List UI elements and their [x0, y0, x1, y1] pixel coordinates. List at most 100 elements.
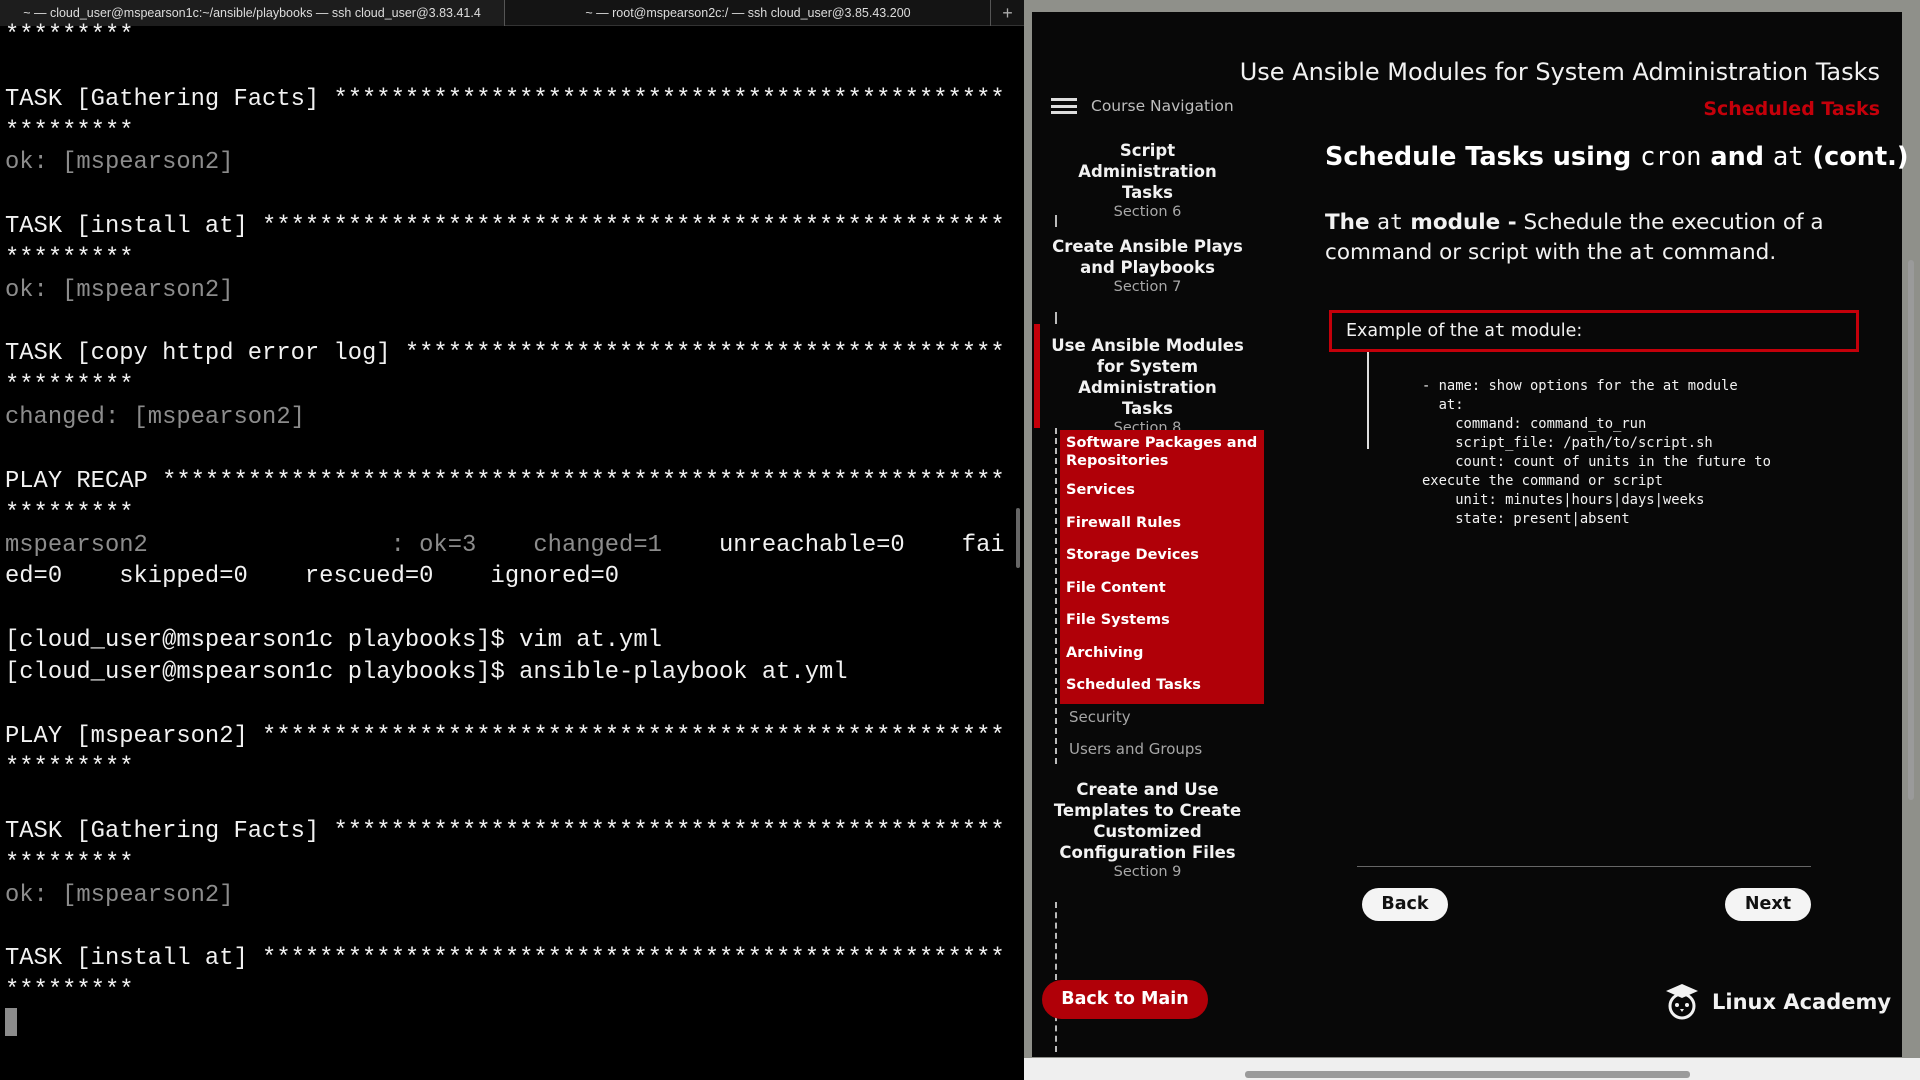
nav-section-7[interactable]: Create Ansible Plays and Playbooks Sectio… [1050, 236, 1245, 296]
lesson-scheduled-tasks[interactable]: Scheduled Tasks [1066, 676, 1258, 694]
terminal-text: unreachable=0 fail [719, 531, 1005, 559]
terminal-line: TASK [install at] **********************… [5, 211, 1005, 243]
terminal-text: ok: [mspearson2] [5, 149, 234, 177]
terminal-text: mspearson2 : ok=3 changed=1 [5, 531, 720, 559]
code-example: - name: show options for the at module a… [1422, 378, 1771, 527]
terminal-line: [cloud_user@mspearson1c playbooks]$ vim … [5, 625, 1005, 657]
section-title: Create and Use Templates to Create Custo… [1053, 780, 1242, 862]
horizontal-scrollbar[interactable] [1245, 1071, 1690, 1078]
terminal-text: ********* [5, 244, 134, 272]
terminal-line: ********* [5, 752, 1005, 784]
terminal-line: ********* [5, 975, 1005, 1007]
lesson-software-packages[interactable]: Software Packages and Repositories [1066, 434, 1258, 470]
terminal-line: TASK [install at] **********************… [5, 943, 1005, 975]
nav-connector [1055, 312, 1057, 324]
terminal-line: [cloud_user@mspearson1c playbooks]$ ansi… [5, 657, 1005, 689]
course-title: Use Ansible Modules for System Administr… [1239, 58, 1880, 86]
terminal-text: TASK [Gathering Facts] *****************… [5, 818, 1005, 846]
back-button[interactable]: Back [1362, 888, 1448, 921]
terminal-line: mspearson2 : ok=3 changed=1 unreachable=… [5, 530, 1005, 562]
terminal-text: [cloud_user@mspearson1c playbooks]$ ansi… [5, 658, 848, 686]
nav-connector [1055, 428, 1057, 764]
terminal-text: changed: [mspearson2] [5, 404, 305, 432]
lesson-users-and-groups[interactable]: Users and Groups [1069, 740, 1202, 758]
lesson-security[interactable]: Security [1069, 708, 1131, 726]
nav-connector [1055, 902, 1057, 1052]
terminal-line: ok: [mspearson2] [5, 880, 1005, 912]
terminal-text: TASK [install at] **********************… [5, 945, 1005, 973]
section-number: Section 6 [1113, 204, 1182, 220]
section-title: Script Administration Tasks [1078, 141, 1217, 202]
terminal-line: TASK [Gathering Facts] *****************… [5, 84, 1005, 116]
terminal-line: TASK [Gathering Facts] *****************… [5, 816, 1005, 848]
terminal-text: ********* [5, 754, 134, 782]
terminal-window[interactable]: ~ — cloud_user@mspearson1c:~/ansible/pla… [0, 0, 1024, 1080]
terminal-scrollbar[interactable] [1016, 508, 1020, 568]
terminal-cursor [5, 1007, 17, 1036]
terminal-text: PLAY [mspearson2] **********************… [5, 722, 1005, 750]
terminal-prompt-line[interactable] [5, 1007, 1005, 1039]
lesson-archiving[interactable]: Archiving [1066, 644, 1258, 662]
terminal-text: ********* [5, 977, 134, 1005]
terminal-text: ********* [5, 22, 134, 49]
section-title: Use Ansible Modules for System Administr… [1051, 336, 1244, 418]
nav-section-6[interactable]: Script Administration Tasks Section 6 [1050, 140, 1245, 221]
nav-section-8[interactable]: Use Ansible Modules for System Administr… [1050, 335, 1245, 437]
terminal-text: TASK [Gathering Facts] *****************… [5, 85, 1005, 113]
nav-section-9[interactable]: Create and Use Templates to Create Custo… [1050, 779, 1245, 881]
terminal-line: ********* [5, 116, 1005, 148]
next-button[interactable]: Next [1725, 888, 1811, 921]
course-navigation-toggle[interactable]: Course Navigation [1051, 97, 1234, 115]
divider [1357, 866, 1811, 867]
course-navigation-label: Course Navigation [1091, 97, 1234, 115]
example-label-box: Example of the at module: [1329, 310, 1859, 352]
completed-lessons: Software Packages and Repositories Servi… [1060, 430, 1264, 704]
terminal-line: ********* [5, 370, 1005, 402]
terminal-text: PLAY RECAP *****************************… [5, 467, 1005, 495]
terminal-text: ********* [5, 499, 134, 527]
terminal-line: ok: [mspearson2] [5, 147, 1005, 179]
terminal-text: [cloud_user@mspearson1c playbooks]$ vim … [5, 627, 662, 655]
logo-text: Linux Academy [1712, 990, 1892, 1014]
section-number: Section 7 [1113, 279, 1182, 295]
example-connector-line [1367, 352, 1369, 449]
terminal-text: ********* [5, 372, 134, 400]
lesson-file-content[interactable]: File Content [1066, 579, 1258, 597]
lesson-firewall-rules[interactable]: Firewall Rules [1066, 514, 1258, 532]
terminal-line: ed=0 skipped=0 rescued=0 ignored=0 [5, 561, 1005, 593]
terminal-line: ok: [mspearson2] [5, 275, 1005, 307]
terminal-line: ********* [5, 848, 1005, 880]
vertical-scrollbar[interactable] [1908, 260, 1914, 800]
section-title: Create Ansible Plays and Playbooks [1052, 237, 1243, 277]
terminal-text: ed=0 skipped=0 rescued=0 ignored=0 [5, 563, 620, 591]
owl-graduation-cap-icon [1666, 984, 1698, 1020]
section-number: Section 9 [1113, 864, 1182, 880]
linux-academy-logo: Linux Academy [1662, 982, 1891, 1022]
terminal-line: ********* [5, 498, 1005, 530]
lesson-services[interactable]: Services [1066, 481, 1258, 499]
slide-heading: Schedule Tasks using cron and at (cont.) [1325, 142, 1909, 172]
lesson-file-systems[interactable]: File Systems [1066, 611, 1258, 629]
terminal-text: TASK [install at] **********************… [5, 213, 1005, 241]
menu-icon [1051, 98, 1077, 114]
terminal-line: changed: [mspearson2] [5, 402, 1005, 434]
terminal-line: PLAY RECAP *****************************… [5, 466, 1005, 498]
terminal-line: PLAY [mspearson2] **********************… [5, 721, 1005, 753]
lesson-subtitle: Scheduled Tasks [1703, 98, 1880, 120]
slide-description: The at module - Schedule the execution o… [1325, 210, 1824, 265]
nav-connector [1055, 215, 1057, 227]
terminal-output: ********* TASK [Gathering Facts] ********… [5, 20, 1005, 1039]
active-section-indicator [1034, 324, 1040, 428]
terminal-text: ok: [mspearson2] [5, 276, 234, 304]
terminal-text: TASK [copy httpd error log] ************… [5, 340, 1005, 368]
back-to-main-button[interactable]: Back to Main [1042, 980, 1208, 1019]
lesson-storage-devices[interactable]: Storage Devices [1066, 546, 1258, 564]
